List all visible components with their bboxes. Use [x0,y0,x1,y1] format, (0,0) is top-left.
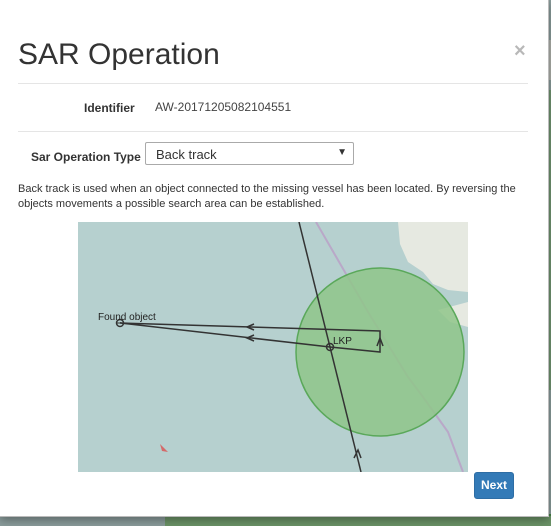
operation-type-selected-value: Back track [156,147,217,162]
close-icon[interactable]: × [514,40,526,63]
operation-type-select[interactable]: Back track ▼ [145,142,354,165]
operation-type-label: Sar Operation Type [31,150,141,164]
sar-operation-modal: SAR Operation × Identifier AW-2017120508… [0,0,549,517]
modal-title: SAR Operation [18,38,220,71]
form-divider [18,131,528,132]
identifier-value: AW-20171205082104551 [155,100,292,114]
found-object-label: Found object [98,312,156,323]
operation-description: Back track is used when an object connec… [18,183,516,210]
search-area-map[interactable]: Found object LKP [78,222,468,472]
identifier-label: Identifier [84,101,135,115]
next-button[interactable]: Next [474,472,514,499]
header-divider [18,83,528,84]
chevron-down-icon: ▼ [337,147,347,158]
map-canvas: Found object LKP [78,222,468,472]
lkp-label: LKP [333,336,352,347]
